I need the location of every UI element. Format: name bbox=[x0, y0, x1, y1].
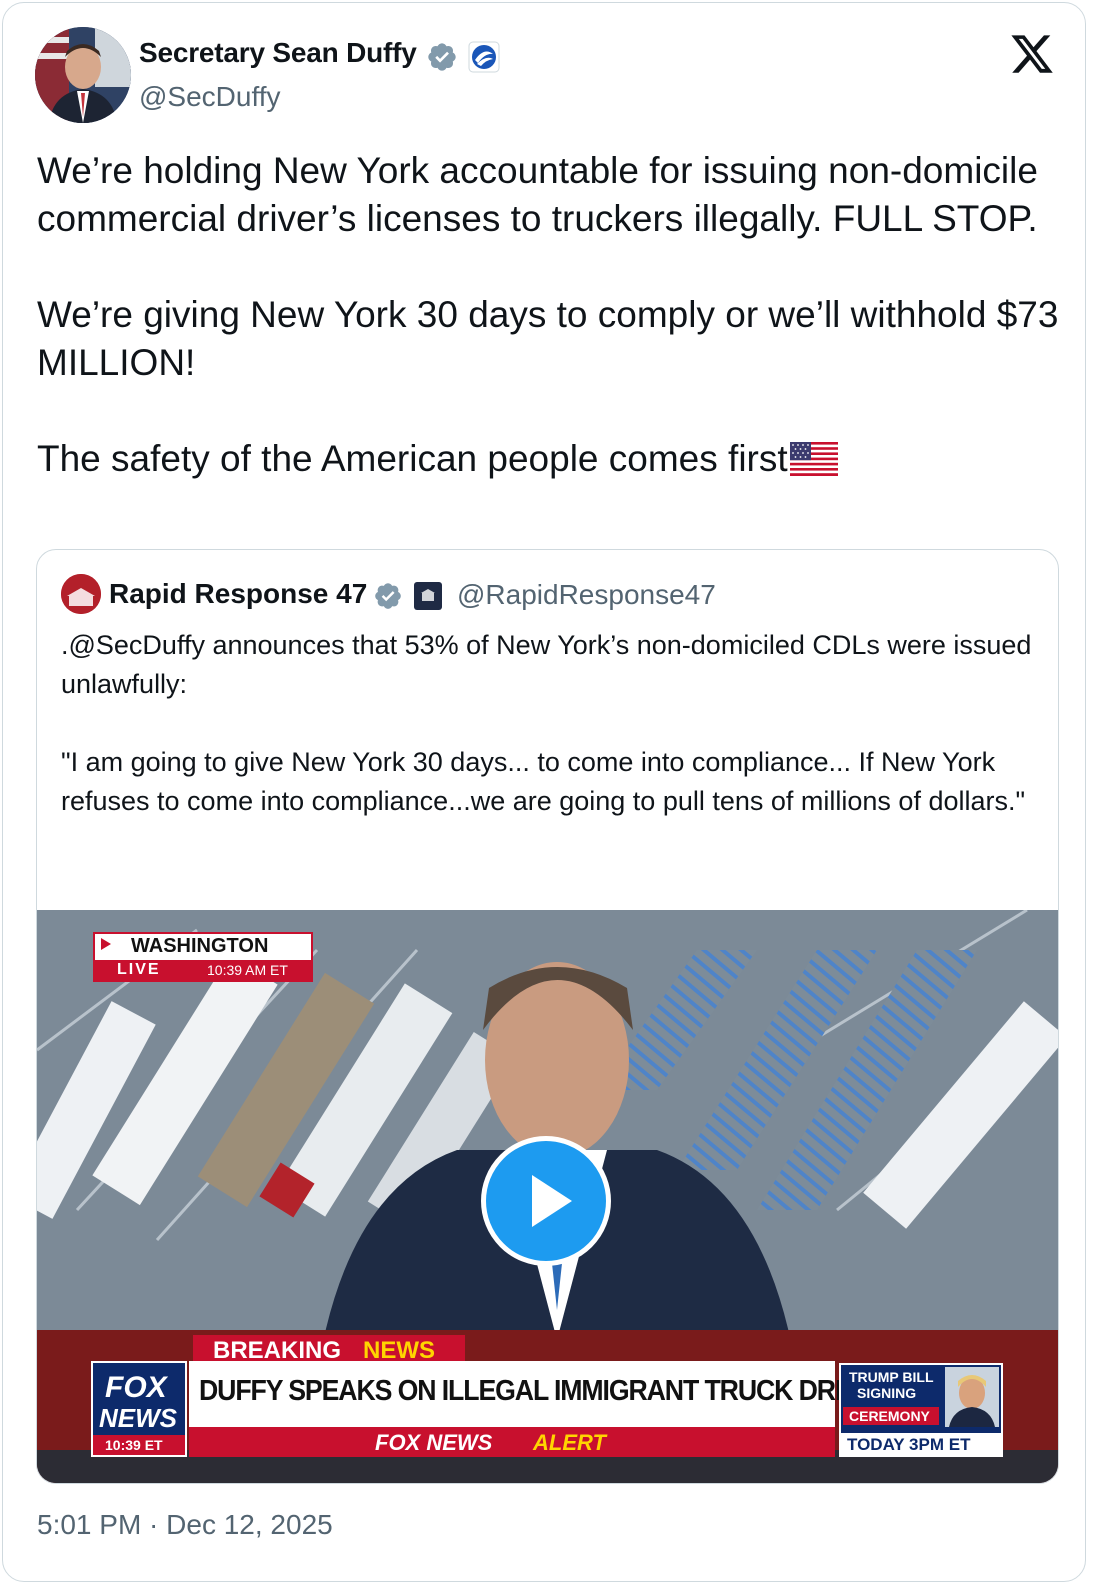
side-promo: TRUMP BILL SIGNING CEREMONY TODAY 3PM ET bbox=[839, 1363, 1003, 1457]
quoted-display-name[interactable]: Rapid Response 47 bbox=[109, 578, 367, 610]
author-avatar[interactable] bbox=[35, 27, 131, 123]
headline-bar: DUFFY SPEAKS ON ILLEGAL IMMIGRANT TRUCK … bbox=[189, 1361, 911, 1427]
live-time: 10:39 AM ET bbox=[207, 962, 288, 978]
promo-line1: TRUMP BILL bbox=[849, 1369, 934, 1385]
tweet-timestamp[interactable]: 5:01 PM · Dec 12, 2025 bbox=[37, 1509, 333, 1541]
promo-time: TODAY 3PM ET bbox=[847, 1435, 971, 1454]
alert-bar: FOX NEWS ALERT bbox=[189, 1427, 835, 1457]
tweet-card[interactable]: Secretary Sean Duffy @SecDuffy We’re hol… bbox=[2, 2, 1086, 1582]
author-display-name[interactable]: Secretary Sean Duffy bbox=[139, 37, 417, 69]
promo-portrait bbox=[945, 1367, 999, 1427]
triangle-icon bbox=[101, 938, 111, 950]
breaking-news-tab: BREAKING NEWS bbox=[193, 1335, 465, 1364]
video-player[interactable]: WASHINGTON LIVE 10:39 AM ET BREAKING NEW… bbox=[37, 910, 1058, 1483]
network-bottom: NEWS bbox=[99, 1403, 177, 1433]
live-location-box: WASHINGTON LIVE 10:39 AM ET bbox=[93, 932, 313, 982]
author-handle[interactable]: @SecDuffy bbox=[139, 81, 281, 113]
tweet-body: We’re holding New York accountable for i… bbox=[37, 150, 1059, 479]
quoted-handle[interactable]: @RapidResponse47 bbox=[457, 579, 716, 611]
play-button[interactable] bbox=[481, 1136, 611, 1266]
live-location: WASHINGTON bbox=[131, 935, 269, 957]
alert-right: ALERT bbox=[533, 1430, 606, 1455]
white-house-seal-icon[interactable] bbox=[413, 581, 443, 611]
alert-left: FOX NEWS bbox=[375, 1430, 493, 1455]
fox-news-logo: FOX NEWS 10:39 ET bbox=[91, 1361, 187, 1457]
promo-line3: CEREMONY bbox=[849, 1408, 930, 1424]
tweet-text: We’re holding New York accountable for i… bbox=[37, 147, 1067, 483]
x-logo-icon[interactable] bbox=[1009, 31, 1055, 77]
play-icon bbox=[532, 1175, 572, 1227]
verified-badge-icon bbox=[375, 583, 401, 609]
quoted-tweet-text: .@SecDuffy announces that 53% of New Yor… bbox=[61, 630, 1032, 816]
promo-line2: SIGNING bbox=[857, 1385, 917, 1401]
network-time: 10:39 ET bbox=[105, 1437, 163, 1453]
verified-badge-icon bbox=[428, 43, 456, 71]
quoted-tweet[interactable]: Rapid Response 47 @RapidResponse47 .@Sec… bbox=[36, 549, 1059, 1484]
headline-text: DUFFY SPEAKS ON ILLEGAL IMMIGRANT TRUCK … bbox=[199, 1375, 911, 1407]
network-top: FOX bbox=[105, 1371, 167, 1404]
us-flag-icon bbox=[789, 442, 838, 476]
quoted-author-avatar[interactable] bbox=[61, 574, 101, 614]
dot-seal-icon[interactable] bbox=[468, 41, 500, 73]
live-label: LIVE bbox=[117, 961, 161, 978]
